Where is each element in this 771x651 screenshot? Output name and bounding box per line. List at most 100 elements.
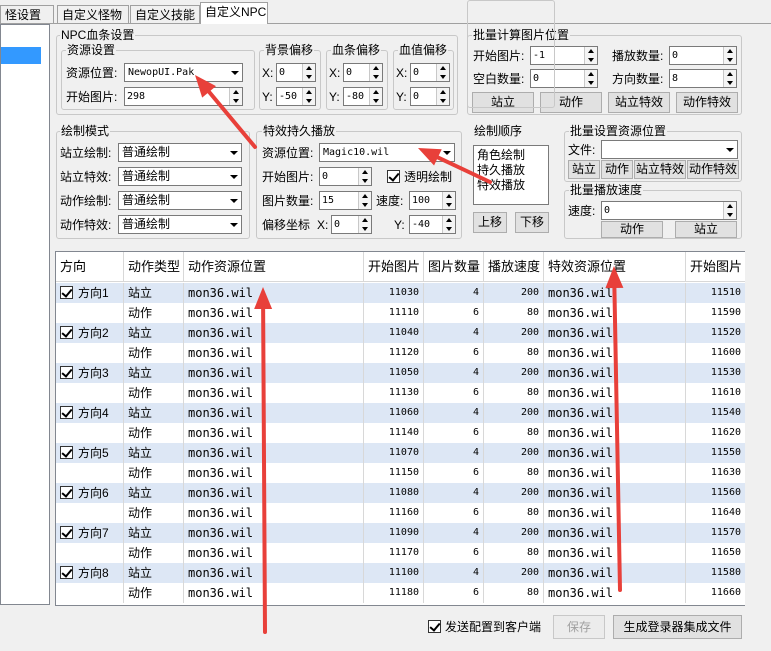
cell-action-res[interactable]: mon36.wil [184,323,364,343]
tab-monster-settings[interactable]: 怪设置 [0,5,54,24]
cell-action-res[interactable]: mon36.wil [184,523,364,543]
cell-effect-res[interactable]: mon36.wil [544,403,686,423]
effect-start-input[interactable]: 0 [319,167,372,186]
spin-arrows-icon[interactable] [584,70,597,87]
cell-count[interactable]: 6 [424,543,484,563]
cell-effect-start[interactable]: 11640 [686,503,745,523]
cell-action-type[interactable]: 动作 [124,383,184,403]
cell-direction[interactable] [56,503,124,523]
cell-start[interactable]: 11140 [364,423,424,443]
cell-direction[interactable] [56,543,124,563]
cell-start[interactable]: 11070 [364,443,424,463]
cell-count[interactable]: 4 [424,443,484,463]
cell-action-res[interactable]: mon36.wil [184,563,364,583]
cell-count[interactable]: 4 [424,363,484,383]
table-scrollbar[interactable] [745,251,762,606]
cell-speed[interactable]: 200 [484,483,544,503]
cell-direction[interactable]: 方向5 [56,443,124,463]
col-header-effect-start[interactable]: 开始图片 [686,252,745,282]
cell-count[interactable]: 4 [424,283,484,303]
cell-action-res[interactable]: mon36.wil [184,423,364,443]
cell-action-res[interactable]: mon36.wil [184,363,364,383]
direction-checkbox[interactable] [60,566,73,579]
batch-action-effect-button[interactable]: 动作特效 [676,92,738,113]
cell-effect-start[interactable]: 11590 [686,303,745,323]
cell-start[interactable]: 11060 [364,403,424,423]
table-row[interactable]: 动作 mon36.wil 11120 6 80 mon36.wil 11600 [56,343,745,363]
cell-action-res[interactable]: mon36.wil [184,503,364,523]
cell-effect-res[interactable]: mon36.wil [544,303,686,323]
cell-speed[interactable]: 80 [484,583,544,603]
cell-effect-start[interactable]: 11570 [686,523,745,543]
cell-action-type[interactable]: 动作 [124,463,184,483]
transparent-checkbox[interactable] [387,170,400,183]
effect-speed-input[interactable]: 100 [409,191,456,210]
cell-direction[interactable] [56,303,124,323]
bar-offset-x-input[interactable]: 0 [343,63,383,82]
cell-effect-res[interactable]: mon36.wil [544,363,686,383]
cell-action-res[interactable]: mon36.wil [184,543,364,563]
cell-action-res[interactable]: mon36.wil [184,403,364,423]
batch-dir-count-input[interactable]: 8 [669,69,737,88]
table-row[interactable]: 方向3 站立 mon36.wil 11050 4 200 mon36.wil 11530 [56,363,745,383]
table-row[interactable]: 动作 mon36.wil 11160 6 80 mon36.wil 11640 [56,503,745,523]
spin-arrows-icon[interactable] [442,216,455,233]
cell-direction[interactable] [56,583,124,603]
col-header-effect-res[interactable]: 特效资源位置 [544,252,686,282]
spin-arrows-icon[interactable] [358,192,371,209]
cell-direction[interactable]: 方向1 [56,283,124,303]
cell-action-res[interactable]: mon36.wil [184,343,364,363]
cell-count[interactable]: 4 [424,563,484,583]
spin-arrows-icon[interactable] [723,70,736,87]
bg-offset-y-input[interactable]: -50 [276,87,316,106]
table-row[interactable]: 方向5 站立 mon36.wil 11070 4 200 mon36.wil 11550 [56,443,745,463]
table-row[interactable]: 动作 mon36.wil 11130 6 80 mon36.wil 11610 [56,383,745,403]
spin-arrows-icon[interactable] [723,47,736,64]
cell-direction[interactable]: 方向6 [56,483,124,503]
cell-effect-res[interactable]: mon36.wil [544,483,686,503]
cell-direction[interactable] [56,383,124,403]
cell-start[interactable]: 11180 [364,583,424,603]
cell-action-type[interactable]: 动作 [124,583,184,603]
spin-arrows-icon[interactable] [358,168,371,185]
cell-start[interactable]: 11080 [364,483,424,503]
effect-count-input[interactable]: 15 [319,191,372,210]
table-row[interactable]: 动作 mon36.wil 11110 6 80 mon36.wil 11590 [56,303,745,323]
cell-speed[interactable]: 80 [484,423,544,443]
cell-direction[interactable]: 方向8 [56,563,124,583]
col-header-action-type[interactable]: 动作类型 [124,252,184,282]
cell-direction[interactable] [56,423,124,443]
direction-checkbox[interactable] [60,526,73,539]
cell-effect-res[interactable]: mon36.wil [544,343,686,363]
cell-action-type[interactable]: 动作 [124,503,184,523]
direction-checkbox[interactable] [60,406,73,419]
draw-order-list[interactable]: 角色绘制 持久播放 特效播放 [473,145,549,205]
npc-list-selected-item[interactable] [1,47,41,64]
draw-order-item[interactable]: 角色绘制 [477,148,525,162]
cell-effect-res[interactable]: mon36.wil [544,463,686,483]
cell-action-res[interactable]: mon36.wil [184,383,364,403]
cell-action-type[interactable]: 动作 [124,423,184,443]
resource-pos-select[interactable]: NewopUI.Pak [124,63,243,82]
cell-speed[interactable]: 80 [484,383,544,403]
col-header-start[interactable]: 开始图片 [364,252,424,282]
col-header-count[interactable]: 图片数量 [424,252,484,282]
spin-arrows-icon[interactable] [369,64,382,81]
cell-count[interactable]: 4 [424,403,484,423]
generate-launcher-file-button[interactable]: 生成登录器集成文件 [613,615,742,639]
spin-arrows-icon[interactable] [442,192,455,209]
col-header-speed[interactable]: 播放速度 [484,252,544,282]
cell-effect-res[interactable]: mon36.wil [544,583,686,603]
direction-checkbox[interactable] [60,366,73,379]
cell-start[interactable]: 11090 [364,523,424,543]
cell-action-type[interactable]: 动作 [124,303,184,323]
cell-direction[interactable] [56,463,124,483]
batch-play-count-input[interactable]: 0 [669,46,737,65]
direction-checkbox[interactable] [60,486,73,499]
cell-effect-res[interactable]: mon36.wil [544,423,686,443]
cell-effect-res[interactable]: mon36.wil [544,383,686,403]
cell-count[interactable]: 6 [424,303,484,323]
bg-offset-x-input[interactable]: 0 [276,63,316,82]
cell-action-type[interactable]: 动作 [124,543,184,563]
bar-offset-y-input[interactable]: -80 [343,87,383,106]
